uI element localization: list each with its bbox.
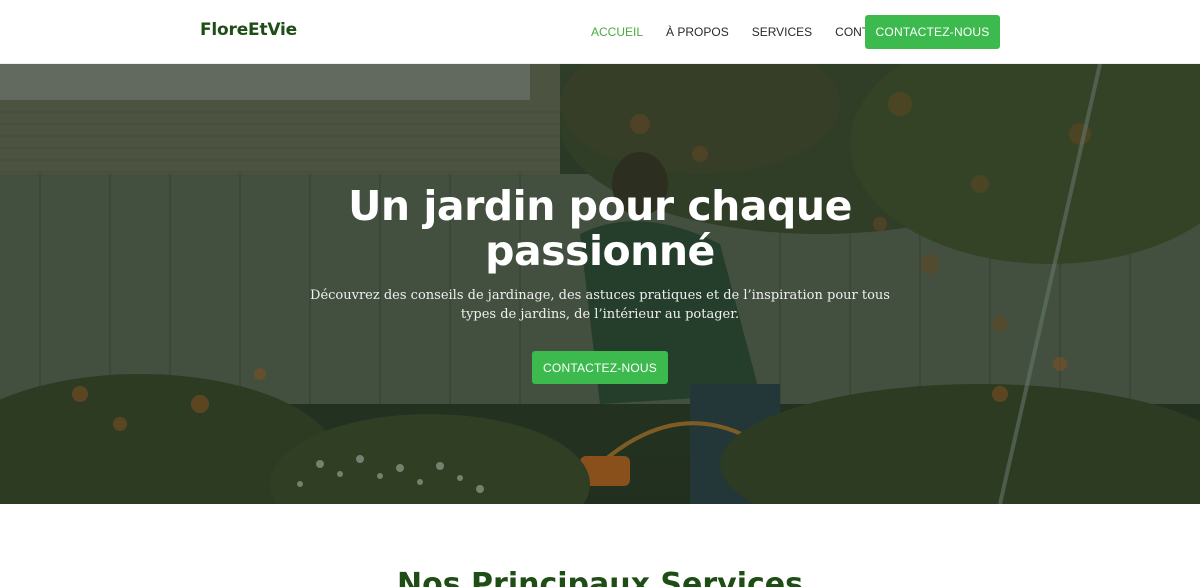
nav-item-services[interactable]: SERVICES xyxy=(752,24,812,40)
nav-item-accueil[interactable]: ACCUEIL xyxy=(591,24,643,40)
hero-section: Un jardin pour chaque passionné Découvre… xyxy=(0,64,1200,504)
hero-subtitle: Découvrez des conseils de jardinage, des… xyxy=(310,288,890,322)
hero-overlay xyxy=(0,64,1200,504)
hero-title: Un jardin pour chaque passionné xyxy=(348,182,852,275)
services-section-title: Nos Principaux Services xyxy=(397,567,803,587)
nav-item-a-propos[interactable]: À PROPOS xyxy=(666,24,729,40)
brand-logo[interactable]: FloreEtVie xyxy=(200,20,297,40)
header-contact-button[interactable]: CONTACTEZ-NOUS xyxy=(865,15,1000,49)
hero-contact-button[interactable]: CONTACTEZ-NOUS xyxy=(532,351,668,384)
top-navbar: FloreEtVie ACCUEIL À PROPOS SERVICES CON… xyxy=(0,0,1200,64)
